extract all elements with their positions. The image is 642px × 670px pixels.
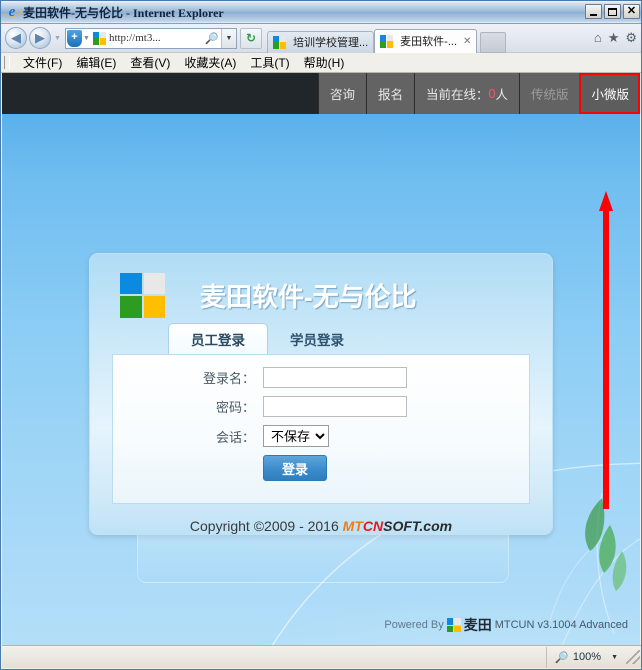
zoom-level: 100%: [572, 651, 602, 663]
nav-item-signup[interactable]: 报名: [365, 73, 414, 114]
login-button[interactable]: 登录: [263, 455, 328, 481]
tab-title: 麦田软件-...: [400, 36, 458, 48]
mtcn-logo-icon: [446, 618, 461, 632]
toolbar-icons: ⌂ ★ ⚙: [594, 30, 637, 46]
tab-favicon-icon: [273, 35, 286, 49]
login-form: 登录名： 密码： 会话： 不保存 登录: [112, 354, 530, 504]
close-button[interactable]: ✕: [623, 4, 640, 19]
resize-grip[interactable]: [626, 650, 640, 664]
forward-button[interactable]: ▶: [29, 27, 51, 49]
close-icon: ✕: [626, 5, 637, 17]
version-label: MTCUN v3.1004 Advanced: [494, 619, 628, 631]
menu-item-help[interactable]: 帮助(H): [297, 54, 352, 71]
forward-arrow-icon: ▶: [35, 30, 45, 45]
panel-header: 麦田软件-无与伦比: [90, 254, 552, 320]
login-tab-strip: 员工登录 学员登录: [168, 323, 552, 354]
zoom-control[interactable]: 🔍 100% ▼: [546, 646, 626, 668]
tab-strip: 培训学校管理... 麦田软件-... ✕: [267, 24, 507, 53]
site-favicon-icon: [92, 31, 106, 45]
compatibility-shield-icon[interactable]: +: [67, 29, 82, 47]
mtcn-logo-icon: [120, 272, 165, 318]
password-label: 密码：: [215, 400, 255, 415]
nav-item-consult[interactable]: 咨询: [317, 73, 366, 114]
copyright-text: Copyright ©2009 - 2016 MTCNSOFT.com: [90, 518, 552, 534]
menu-item-view[interactable]: 查看(V): [123, 54, 177, 71]
recent-pages-button[interactable]: ▼: [51, 35, 64, 42]
copyright-mt: MT: [342, 518, 363, 534]
status-bar: 🔍 100% ▼: [2, 645, 641, 668]
password-input[interactable]: [263, 396, 407, 417]
tab-close-icon[interactable]: ✕: [463, 36, 471, 47]
chevron-down-icon: ▼: [83, 34, 90, 42]
nav-item-micro-version[interactable]: 小微版: [579, 73, 640, 114]
tab-title: 培训学校管理...: [293, 37, 369, 49]
tab-employee-login[interactable]: 员工登录: [168, 323, 268, 354]
menu-item-favorites[interactable]: 收藏夹(A): [177, 54, 243, 71]
browser-toolbar: ◀ ▶ ▼ + ▼ http://mt3... 🔍 ▼ ↻ 培训学校管理... …: [1, 24, 641, 53]
online-count: 0: [488, 86, 496, 101]
tab-favicon-icon: [380, 34, 394, 48]
window-controls: ✕: [585, 4, 640, 19]
menu-item-file[interactable]: 文件(F): [16, 54, 69, 71]
minimize-button[interactable]: [585, 4, 602, 19]
chevron-down-icon[interactable]: ▼: [611, 654, 618, 661]
back-arrow-icon: ◀: [11, 30, 21, 45]
nav-item-online-count: 当前在线： 0 人: [413, 73, 519, 114]
tools-gear-icon[interactable]: ⚙: [625, 30, 637, 46]
back-button[interactable]: ◀: [5, 27, 27, 49]
copyright-cn: CN: [362, 518, 384, 534]
search-icon[interactable]: 🔍: [205, 32, 219, 45]
form-row-session: 会话： 不保存: [113, 425, 529, 447]
refresh-button[interactable]: ↻: [240, 27, 262, 49]
brand-title: 麦田软件-无与伦比: [200, 281, 417, 312]
address-dropdown-button[interactable]: ▼: [221, 28, 236, 48]
login-panel: 麦田软件-无与伦比 员工登录 学员登录 登录名： 密码： 会话： 不保存 登录 …: [89, 253, 553, 535]
site-top-navigation: 咨询 报名 当前在线： 0 人 传统版 小微版: [2, 73, 640, 114]
chevron-down-icon: ▼: [225, 34, 233, 42]
nav-item-classic-version[interactable]: 传统版: [518, 73, 580, 114]
maximize-button[interactable]: [604, 4, 621, 19]
ie-browser-window: e 麦田软件-无与伦比 - Internet Explorer ✕ ◀ ▶ ▼ …: [0, 0, 642, 670]
menu-item-tools[interactable]: 工具(T): [243, 54, 296, 71]
copyright-soft: SOFT.com: [383, 518, 453, 534]
form-row-password: 密码：: [113, 396, 529, 417]
title-bar: e 麦田软件-无与伦比 - Internet Explorer ✕: [1, 1, 641, 24]
zoom-magnifier-icon: 🔍: [555, 651, 569, 664]
address-bar[interactable]: + ▼ http://mt3... 🔍 ▼: [65, 27, 237, 49]
chevron-down-icon: ▼: [54, 34, 61, 42]
window-title: 麦田软件-无与伦比 - Internet Explorer: [23, 5, 224, 20]
browser-tab-1[interactable]: 培训学校管理...: [267, 30, 375, 53]
browser-tab-2[interactable]: 麦田软件-... ✕: [374, 28, 478, 53]
brand-cn-label: 麦田: [463, 617, 492, 633]
panel-reflection: [137, 535, 509, 583]
annotation-arrow: [599, 191, 613, 509]
nav-left-spacer: [2, 73, 318, 114]
form-row-username: 登录名：: [113, 367, 529, 388]
username-input[interactable]: [263, 367, 407, 388]
powered-by-label: Powered By: [384, 619, 444, 631]
web-page-content: 咨询 报名 当前在线： 0 人 传统版 小微版 麦田软件-无与伦比 员工登录 学…: [2, 73, 640, 646]
favorites-star-icon[interactable]: ★: [608, 30, 620, 46]
nav-menu: 咨询 报名 当前在线： 0 人 传统版 小微版: [317, 73, 640, 114]
menu-item-edit[interactable]: 编辑(E): [69, 54, 123, 71]
form-row-submit: 登录: [113, 455, 529, 481]
username-label: 登录名：: [202, 371, 255, 386]
home-icon[interactable]: ⌂: [594, 30, 602, 46]
online-suffix: 人: [495, 88, 508, 102]
session-label: 会话：: [215, 429, 255, 445]
address-input[interactable]: http://mt3...: [109, 32, 203, 44]
menu-drag-grip[interactable]: [4, 56, 10, 69]
refresh-icon: ↻: [245, 30, 257, 45]
copyright-prefix: Copyright ©2009 - 2016: [189, 518, 343, 534]
internet-explorer-icon: e: [4, 4, 20, 20]
online-label: 当前在线：: [425, 88, 489, 102]
session-select[interactable]: 不保存: [263, 425, 329, 447]
menu-bar: 文件(F) 编辑(E) 查看(V) 收藏夹(A) 工具(T) 帮助(H): [1, 53, 641, 73]
powered-by-footer: Powered By 麦田 MTCUN v3.1004 Advanced: [384, 615, 628, 635]
new-tab-button[interactable]: [480, 31, 507, 53]
tab-student-login[interactable]: 学员登录: [268, 324, 366, 354]
